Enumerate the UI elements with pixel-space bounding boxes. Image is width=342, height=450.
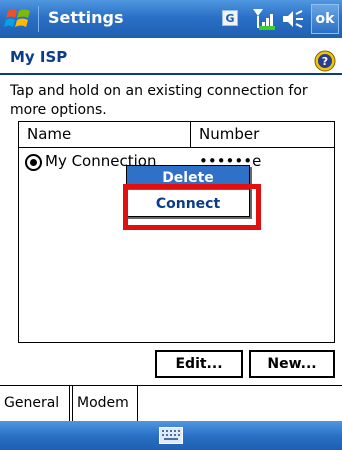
window-title: Settings — [48, 8, 124, 27]
column-header-name[interactable]: Name — [19, 122, 191, 148]
title-separator — [38, 6, 39, 32]
page-title: My ISP — [10, 48, 68, 66]
title-bar: Settings G ok — [0, 0, 342, 38]
help-icon[interactable]: ? — [314, 50, 336, 72]
annotation-highlight-box — [123, 184, 261, 230]
column-header-number[interactable]: Number — [191, 122, 334, 148]
tab-strip: General Modem — [0, 385, 342, 422]
connection-list[interactable]: Name Number My Connection ••••••e — [18, 121, 335, 343]
edit-button[interactable]: Edit... — [155, 350, 243, 378]
tab-general[interactable]: General — [0, 386, 70, 422]
signal-icon[interactable] — [251, 7, 277, 31]
page-header: My ISP — [0, 38, 342, 72]
keyboard-icon[interactable] — [159, 427, 183, 444]
volume-icon[interactable] — [281, 8, 305, 30]
tab-modem[interactable]: Modem — [72, 386, 138, 422]
svg-text:?: ? — [322, 55, 328, 68]
ok-button[interactable]: ok — [311, 4, 339, 34]
header-divider — [0, 73, 342, 75]
gprs-indicator[interactable]: G — [222, 10, 238, 26]
selection-radio[interactable] — [25, 154, 42, 171]
menu-bar — [0, 421, 342, 450]
new-button[interactable]: New... — [249, 350, 335, 378]
windows-start-icon[interactable] — [4, 5, 34, 33]
instructions-text: Tap and hold on an existing connection f… — [10, 83, 308, 118]
